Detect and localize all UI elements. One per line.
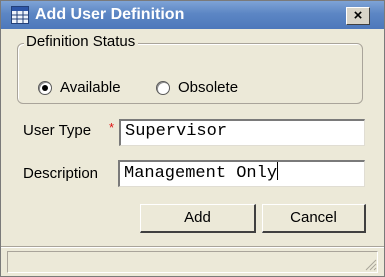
title-bar[interactable]: Add User Definition × (1, 1, 384, 29)
description-label: Description (23, 165, 99, 182)
status-bar (7, 251, 378, 273)
radio-obsolete[interactable] (156, 81, 170, 95)
form-grid-icon (11, 6, 29, 24)
required-marker: * (109, 120, 115, 135)
user-type-label: User Type (23, 122, 92, 139)
dialog-window: Add User Definition × Definition Status … (0, 0, 385, 277)
resize-grip-icon[interactable] (365, 259, 377, 271)
close-button[interactable]: × (346, 7, 370, 25)
radio-available-label[interactable]: Available (60, 79, 121, 97)
footer-divider-highlight (1, 247, 384, 248)
radio-available[interactable] (38, 81, 52, 95)
radio-selected-dot (42, 85, 48, 91)
text-caret (277, 162, 279, 180)
user-type-value: Supervisor (125, 122, 228, 141)
description-input[interactable]: Management Only (118, 160, 365, 187)
radio-obsolete-label[interactable]: Obsolete (178, 79, 238, 97)
cancel-button[interactable]: Cancel (262, 204, 366, 233)
window-title: Add User Definition (35, 6, 185, 23)
add-button[interactable]: Add (140, 204, 256, 233)
definition-status-legend: Definition Status (24, 33, 139, 51)
user-type-input[interactable]: Supervisor (119, 119, 365, 146)
description-value: Management Only (124, 164, 278, 183)
close-icon: × (353, 7, 363, 24)
